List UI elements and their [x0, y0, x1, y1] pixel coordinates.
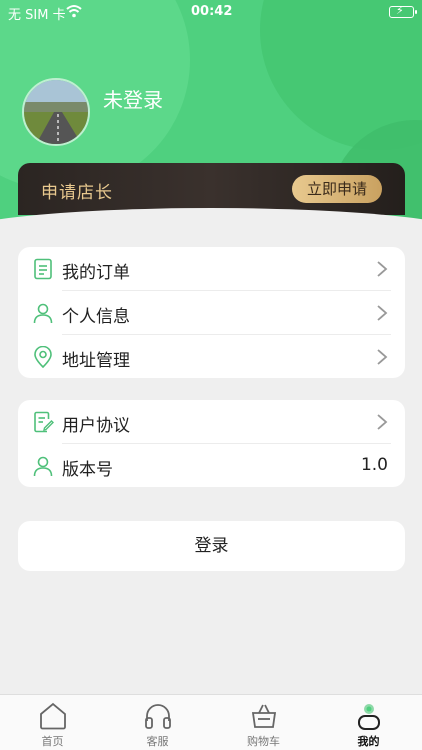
menu-item-orders[interactable]: 我的订单: [18, 247, 405, 291]
status-bar: 无 SIM 卡 00:42 ⚡: [0, 0, 422, 24]
menu-item-user-agreement[interactable]: 用户协议: [18, 400, 405, 444]
document-icon: [34, 258, 52, 280]
menu-item-label: 地址管理: [62, 351, 130, 371]
menu-item-label: 版本号: [62, 460, 113, 480]
tab-home[interactable]: 首页: [0, 695, 105, 750]
clock: 00:42: [191, 4, 233, 19]
person-icon: [33, 456, 53, 477]
menu-card-secondary: 用户协议 版本号 1.0: [18, 400, 405, 487]
location-pin-icon: [34, 346, 52, 368]
tab-label: 我的: [357, 735, 380, 748]
tab-customer-service[interactable]: 客服: [105, 695, 210, 750]
chevron-right-icon: [377, 414, 388, 430]
headphones-icon: [145, 704, 171, 729]
avatar[interactable]: [22, 78, 90, 146]
wifi-icon: [66, 5, 82, 18]
battery-icon: ⚡: [389, 5, 417, 18]
banner-title: 申请店长: [41, 183, 113, 203]
carrier-label: 无 SIM 卡: [8, 8, 66, 23]
chevron-right-icon: [377, 305, 388, 321]
tab-bar: 首页 客服 购物车 我的: [0, 694, 422, 750]
tab-label: 客服: [146, 735, 169, 748]
menu-item-label: 个人信息: [62, 307, 130, 327]
shopping-basket-icon: [251, 704, 277, 728]
home-icon: [40, 702, 66, 730]
chevron-right-icon: [377, 261, 388, 277]
tab-label: 首页: [41, 735, 64, 748]
menu-item-personal-info[interactable]: 个人信息: [18, 291, 405, 335]
tab-label: 购物车: [247, 735, 280, 748]
tab-cart[interactable]: 购物车: [211, 695, 316, 750]
person-icon: [33, 303, 53, 324]
menu-item-label: 我的订单: [62, 263, 130, 283]
login-status[interactable]: 未登录: [103, 84, 163, 113]
profile-icon: [358, 704, 380, 730]
tab-profile[interactable]: 我的: [316, 695, 421, 750]
version-value: 1.0: [360, 455, 388, 475]
profile-header: 无 SIM 卡 00:42 ⚡ 未登录 申请店长 立即申请: [0, 0, 422, 232]
menu-card-primary: 我的订单 个人信息 地址管理: [18, 247, 405, 378]
document-edit-icon: [34, 411, 54, 433]
login-button[interactable]: 登录: [18, 521, 405, 571]
chevron-right-icon: [377, 349, 388, 365]
apply-now-button[interactable]: 立即申请: [292, 175, 382, 203]
menu-item-label: 用户协议: [62, 416, 130, 436]
menu-item-address[interactable]: 地址管理: [18, 335, 405, 379]
menu-item-version: 版本号 1.0: [18, 444, 405, 488]
